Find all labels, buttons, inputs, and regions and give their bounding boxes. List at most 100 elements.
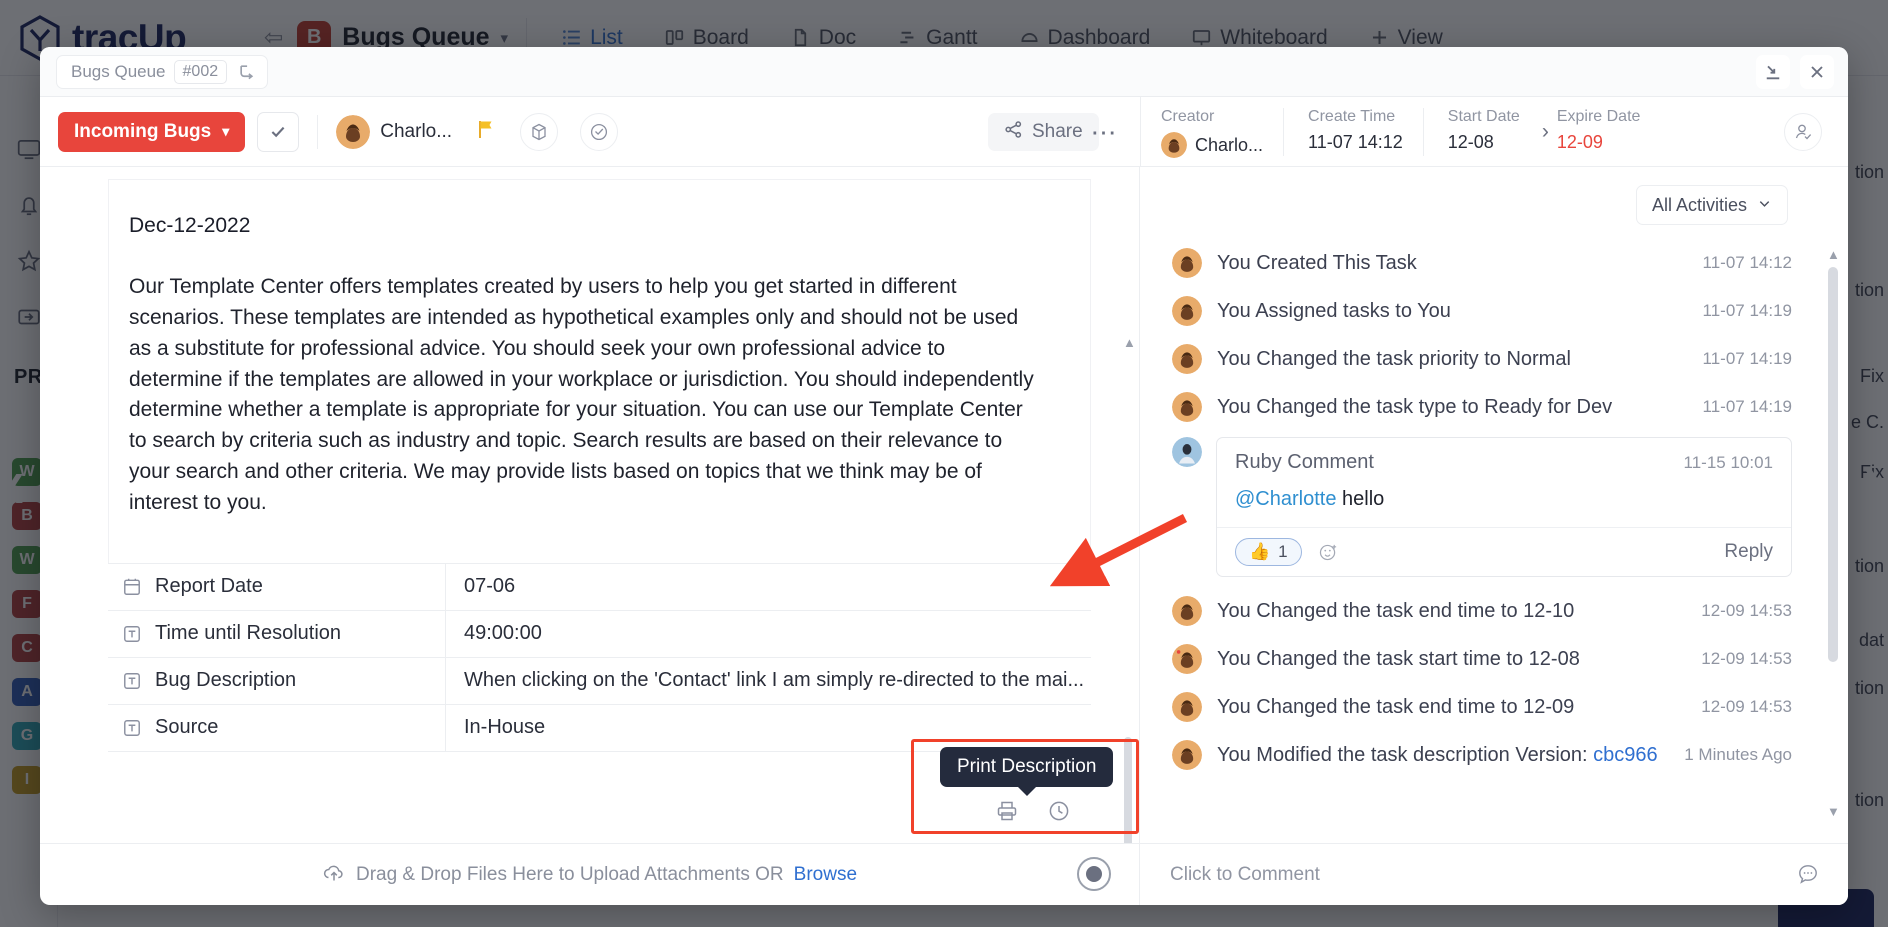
window-controls [1756,55,1834,89]
avatar [1172,596,1202,626]
avatar [1172,392,1202,422]
activity-text: You Assigned tasks to You [1217,300,1688,323]
comment-header: Ruby Comment 11-15 10:01 [1217,438,1791,484]
reply-button[interactable]: Reply [1724,541,1773,563]
open-in-new-icon[interactable] [235,62,258,81]
upload-hint-text: Drag & Drop Files Here to Upload Attachm… [356,864,784,886]
scroll-up-icon[interactable]: ▲ [1123,335,1136,350]
reaction-count: 1 [1278,542,1287,562]
comment-input-placeholder: Click to Comment [1170,864,1320,886]
meta-expire-date[interactable]: Expire Date 12-09 [1557,108,1661,156]
meta-value: 12-08 [1448,132,1520,153]
more-options-button[interactable]: ⋯ [1085,113,1123,151]
avatar[interactable] [1172,437,1202,467]
flag-icon[interactable] [474,117,498,147]
table-row[interactable]: Time until Resolution 49:00:00 [108,611,1091,658]
scroll-down-icon[interactable]: ▼ [1827,804,1840,819]
field-value: When clicking on the 'Contact' link I am… [446,669,1091,692]
custom-fields-table: Report Date 07-06 Time until Resolution … [108,563,1091,752]
table-row[interactable]: Report Date 07-06 [108,564,1091,611]
task-detail-modal: Bugs Queue #002 Incoming Bugs ▾ [40,47,1848,905]
activity-text: You Changed the task start time to 12-08 [1217,648,1686,671]
list-item[interactable]: You Created This Task 11-07 14:12 [1140,239,1848,287]
text-icon [122,718,142,738]
activity-time: 12-09 14:53 [1701,601,1792,621]
field-label: Report Date [155,575,263,598]
list-item[interactable]: You Modified the task description Versio… [1140,731,1848,779]
list-item[interactable]: You Changed the task type to Ready for D… [1140,383,1848,431]
task-meta-strip: Creator Charlo... Create Time 11-07 14:1… [1141,97,1848,167]
mark-complete-button[interactable] [257,112,299,152]
description-card[interactable]: Dec-12-2022 Our Template Center offers t… [108,179,1091,563]
close-button[interactable] [1800,55,1834,89]
list-item[interactable]: You Changed the task end time to 12-09 1… [1140,683,1848,731]
activity-filter-dropdown[interactable]: All Activities [1636,185,1788,225]
avatar [1161,132,1187,158]
add-reaction-icon[interactable] [1318,542,1339,563]
scrollbar-thumb[interactable] [1828,267,1838,662]
avatar [1172,344,1202,374]
task-content-pane: Dec-12-2022 Our Template Center offers t… [40,167,1140,905]
record-icon[interactable] [1077,857,1111,891]
cloud-upload-icon [322,860,346,890]
comment-title: Ruby Comment [1235,451,1374,474]
clock-check-icon[interactable] [580,113,618,151]
list-item[interactable]: You Changed the task start time to 12-08… [1140,635,1848,683]
browse-link[interactable]: Browse [794,864,857,886]
breadcrumb[interactable]: Bugs Queue #002 [56,55,268,89]
activity-time: 1 Minutes Ago [1684,745,1792,765]
cube-icon[interactable] [520,113,558,151]
activity-text: You Changed the task end time to 12-09 [1217,696,1686,719]
version-link[interactable]: cbc966 [1593,744,1658,766]
activity-filter-row: All Activities [1140,167,1848,225]
description-action-icons [995,799,1071,828]
printer-icon[interactable] [995,799,1019,828]
breadcrumb-task-id: #002 [174,60,228,84]
comment-input-bar[interactable]: Click to Comment [1140,843,1848,905]
meta-label: Creator [1161,108,1263,126]
thumbs-up-reaction[interactable]: 👍 1 [1235,538,1302,566]
activity-list: You Created This Task 11-07 14:12 You As… [1140,225,1848,843]
field-label: Bug Description [155,669,296,692]
comment-dots-icon[interactable] [1796,862,1820,886]
history-icon[interactable] [1047,799,1071,828]
field-name-cell: Time until Resolution [108,611,446,657]
meta-value: 12-09 [1557,132,1641,153]
assignee-selector[interactable]: Charlo... [336,115,452,149]
activity-time: 11-07 14:19 [1703,397,1792,417]
status-dropdown[interactable]: Incoming Bugs ▾ [58,112,245,152]
mention-link[interactable]: @Charlotte [1235,488,1336,510]
comment-item: Ruby Comment 11-15 10:01 @Charlotte hell… [1140,431,1848,587]
avatar [1172,644,1202,674]
meta-creator[interactable]: Creator Charlo... [1161,108,1283,156]
activity-time: 12-09 14:53 [1701,649,1792,669]
list-item[interactable]: You Changed the task priority to Normal … [1140,335,1848,383]
activity-time: 11-07 14:19 [1703,349,1792,369]
meta-label: Expire Date [1557,108,1641,126]
activity-scrollbar[interactable]: ▲ ▼ [1828,243,1838,829]
print-description-tooltip: Print Description [940,747,1113,787]
field-name-cell: Report Date [108,564,446,610]
meta-creator-name: Charlo... [1195,135,1263,156]
share-label: Share [1032,121,1083,143]
activity-text: You Changed the task priority to Normal [1217,348,1688,371]
comment-body: @Charlotte hello [1217,484,1791,527]
list-item[interactable]: You Changed the task end time to 12-10 1… [1140,587,1848,635]
scroll-up-icon[interactable]: ▲ [1827,247,1840,262]
avatar [1172,296,1202,326]
share-button[interactable]: Share [988,113,1099,151]
attachment-upload-bar[interactable]: Drag & Drop Files Here to Upload Attachm… [40,843,1139,905]
meta-create-time[interactable]: Create Time 11-07 14:12 [1283,108,1423,156]
meta-label: Start Date [1448,108,1520,126]
meta-start-date[interactable]: Start Date 12-08 [1423,108,1540,156]
avatar [1172,692,1202,722]
list-item[interactable]: You Assigned tasks to You 11-07 14:19 [1140,287,1848,335]
meta-value: 11-07 14:12 [1308,132,1403,153]
person-check-icon[interactable] [1784,113,1822,151]
table-row[interactable]: Bug Description When clicking on the 'Co… [108,658,1091,705]
comment-card[interactable]: Ruby Comment 11-15 10:01 @Charlotte hell… [1216,437,1792,577]
avatar [1172,740,1202,770]
minimize-button[interactable] [1756,55,1790,89]
breadcrumb-list-name: Bugs Queue [71,62,166,82]
meta-value: Charlo... [1161,132,1263,158]
